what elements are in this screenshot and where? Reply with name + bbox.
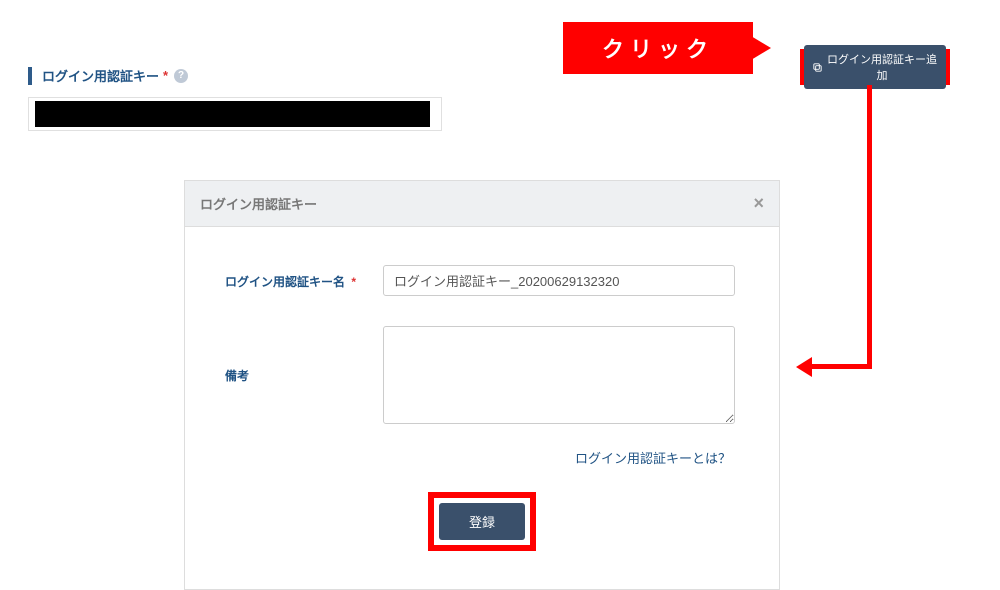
section-title: ログイン用認証キー	[42, 66, 159, 85]
form-row-name: ログイン用認証キー名 *	[225, 265, 739, 296]
add-button-highlight: ログイン用認証キー追加	[800, 49, 950, 85]
auth-key-help-link[interactable]: ログイン用認証キーとは？	[575, 451, 731, 466]
required-mark: *	[351, 275, 356, 289]
name-label: ログイン用認証キー名 *	[225, 265, 383, 296]
add-button-label: ログイン用認証キー追加	[826, 51, 938, 83]
submit-highlight: 登録	[428, 492, 536, 551]
remarks-label: 備考	[225, 367, 383, 384]
name-label-text: ログイン用認証キー名	[225, 275, 345, 289]
help-link-row: ログイン用認証キーとは？	[225, 448, 739, 468]
section-header: ログイン用認証キー * ?	[28, 66, 188, 85]
annotation-callout: クリック	[563, 22, 753, 74]
redacted-field	[28, 97, 442, 131]
submit-row: 登録	[225, 492, 739, 569]
help-icon[interactable]: ?	[174, 69, 188, 83]
copy-icon	[812, 62, 823, 73]
modal-header: ログイン用認証キー ×	[185, 181, 779, 227]
register-button[interactable]: 登録	[439, 503, 525, 540]
close-icon[interactable]: ×	[753, 193, 764, 214]
annotation-arrow-head	[796, 357, 812, 377]
callout-label: クリック	[602, 32, 714, 64]
auth-key-name-input[interactable]	[383, 265, 735, 296]
auth-key-modal: ログイン用認証キー × ログイン用認証キー名 * 備考 ログイン用認証キーとは？…	[184, 180, 780, 590]
section-accent-bar	[28, 67, 32, 85]
annotation-arrow	[867, 85, 872, 369]
add-auth-key-button[interactable]: ログイン用認証キー追加	[804, 45, 946, 89]
modal-title: ログイン用認証キー	[200, 194, 317, 213]
form-row-remarks: 備考	[225, 326, 739, 424]
modal-body: ログイン用認証キー名 * 備考 ログイン用認証キーとは？ 登録	[185, 227, 779, 589]
annotation-arrow	[810, 364, 872, 369]
required-mark: *	[163, 68, 168, 83]
redacted-content	[35, 101, 430, 127]
remarks-textarea[interactable]	[383, 326, 735, 424]
